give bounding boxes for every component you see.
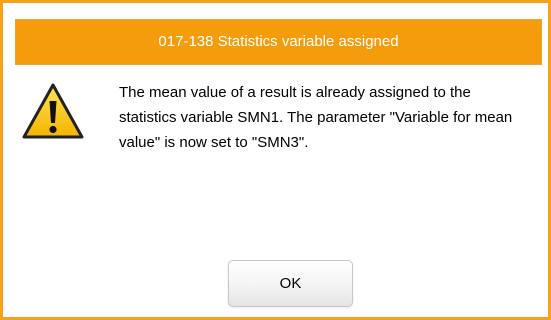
message-dialog: 017-138 Statistics variable assigned The… <box>0 0 551 320</box>
warning-icon <box>21 81 85 141</box>
ok-button[interactable]: OK <box>228 260 353 307</box>
dialog-message: The mean value of a result is already as… <box>119 84 513 151</box>
dialog-title: 017-138 Statistics variable assigned <box>15 19 542 65</box>
